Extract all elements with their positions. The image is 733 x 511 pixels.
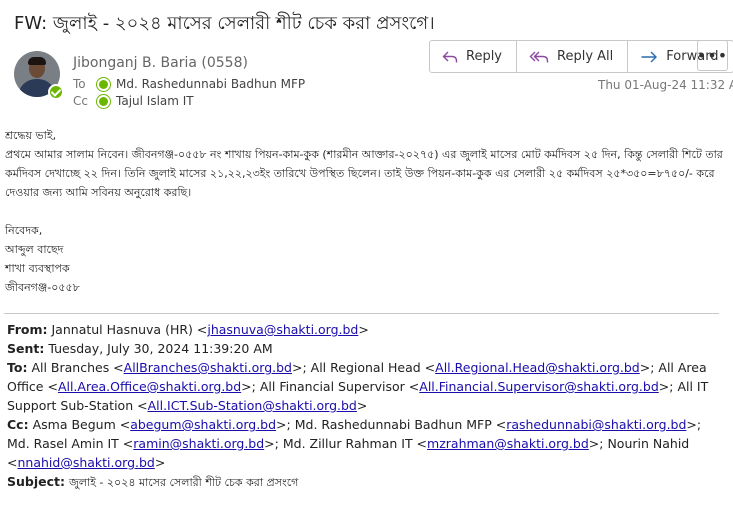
reply-button[interactable]: Reply — [430, 41, 518, 72]
recipient-email-link[interactable]: abegum@shakti.org.bd — [130, 417, 276, 432]
fwd-to-line: To: All Branches <AllBranches@shakti.org… — [7, 358, 727, 415]
forward-divider — [4, 313, 719, 314]
reply-icon — [442, 51, 458, 62]
reply-all-label: Reply All — [557, 49, 614, 64]
signature-name: আব্দুল বাছেদ — [5, 243, 64, 256]
fwd-subject-value: জুলাই - ২০২৪ মাসের সেলারী শীট চেক করা প্… — [68, 476, 299, 489]
body-paragraph: প্রথমে আমার সালাম নিবেন। জীবনগঞ্জ-০৫৫৮ ন… — [5, 148, 723, 199]
fwd-cc-recipient: Asma Begum <abegum@shakti.org.bd>; — [32, 417, 295, 432]
fwd-to-label: To: — [7, 360, 28, 375]
presence-icon — [97, 77, 110, 91]
reply-all-button[interactable]: Reply All — [517, 41, 629, 72]
signature-branch: জীবনগঞ্জ-০৫৫৮ — [5, 281, 80, 294]
fwd-subject-line: Subject: জুলাই - ২০২৪ মাসের সেলারী শীট চ… — [7, 472, 727, 492]
fwd-from-line: From: Jannatul Hasnuva (HR) <jhasnuva@sh… — [7, 322, 369, 337]
presence-icon — [97, 94, 110, 108]
fwd-from-email[interactable]: jhasnuva@shakti.org.bd — [207, 322, 358, 337]
fwd-cc-recipient: Md. Rasel Amin IT <ramin@shakti.org.bd>; — [7, 436, 283, 451]
more-actions-button[interactable]: ••• — [697, 40, 728, 71]
fwd-sent-value: Tuesday, July 30, 2024 11:39:20 AM — [48, 341, 273, 356]
recipient-email-link[interactable]: All.Regional.Head@shakti.org.bd — [435, 360, 640, 375]
to-row: To Md. Rashedunnabi Badhun MFP — [73, 77, 305, 91]
more-icon: ••• — [696, 46, 729, 65]
fwd-from-name: Jannatul Hasnuva (HR) < — [51, 322, 208, 337]
forward-icon — [641, 51, 658, 62]
fwd-to-recipient: All Regional Head <All.Regional.Head@sha… — [310, 360, 659, 375]
recipient-email-link[interactable]: mzrahman@shakti.org.bd — [427, 436, 589, 451]
recipient-email-link[interactable]: AllBranches@shakti.org.bd — [124, 360, 292, 375]
fwd-to-recipient: All Financial Supervisor <All.Financial.… — [259, 379, 678, 394]
fwd-sent-label: Sent: — [7, 341, 45, 356]
fwd-subject-label: Subject: — [7, 474, 65, 489]
presence-available-icon — [48, 84, 64, 100]
reply-all-icon — [529, 51, 549, 62]
recipient-email-link[interactable]: All.Financial.Supervisor@shakti.org.bd — [419, 379, 659, 394]
message-body: শ্রদ্ধেয় ভাই, প্রথমে আমার সালাম নিবেন। … — [5, 126, 730, 297]
cc-label: Cc — [73, 94, 88, 108]
fwd-cc-label: Cc: — [7, 417, 29, 432]
reply-label: Reply — [466, 49, 503, 64]
to-recipient[interactable]: Md. Rashedunnabi Badhun MFP — [116, 77, 305, 91]
recipient-email-link[interactable]: rashedunnabi@shakti.org.bd — [506, 417, 686, 432]
sender-name[interactable]: Jibonganj B. Baria (0558) — [73, 55, 248, 71]
recipient-email-link[interactable]: nnahid@shakti.org.bd — [17, 455, 154, 470]
signature-title: শাখা ব্যবস্থাপক — [5, 262, 70, 275]
fwd-cc-line: Cc: Asma Begum <abegum@shakti.org.bd>; M… — [7, 415, 727, 472]
forwarded-headers: From: Jannatul Hasnuva (HR) <jhasnuva@sh… — [7, 320, 727, 492]
email-subject: FW: জুলাই - ২০২৪ মাসের সেলারী শীট চেক কর… — [14, 13, 435, 34]
greeting: শ্রদ্ধেয় ভাই, — [5, 129, 57, 142]
fwd-to-recipient: All Branches <AllBranches@shakti.org.bd>… — [31, 360, 311, 375]
to-label: To — [73, 77, 86, 91]
reply-toolbar: Reply Reply All Forward — [429, 40, 733, 73]
closing: নিবেদক, — [5, 224, 43, 237]
fwd-sent-line: Sent: Tuesday, July 30, 2024 11:39:20 AM — [7, 339, 727, 358]
sent-date: Thu 01-Aug-24 11:32 AM — [598, 78, 733, 92]
cc-recipient[interactable]: Tajul Islam IT — [116, 94, 194, 108]
recipient-email-link[interactable]: All.Area.Office@shakti.org.bd — [58, 379, 241, 394]
recipient-email-link[interactable]: All.ICT.Sub-Station@shakti.org.bd — [148, 398, 357, 413]
cc-row: Cc Tajul Islam IT — [73, 94, 194, 108]
fwd-from-label: From: — [7, 322, 48, 337]
fwd-cc-recipient: Md. Rashedunnabi Badhun MFP <rashedunnab… — [294, 417, 702, 432]
fwd-cc-recipient: Md. Zillur Rahman IT <mzrahman@shakti.or… — [282, 436, 608, 451]
recipient-email-link[interactable]: ramin@shakti.org.bd — [133, 436, 264, 451]
